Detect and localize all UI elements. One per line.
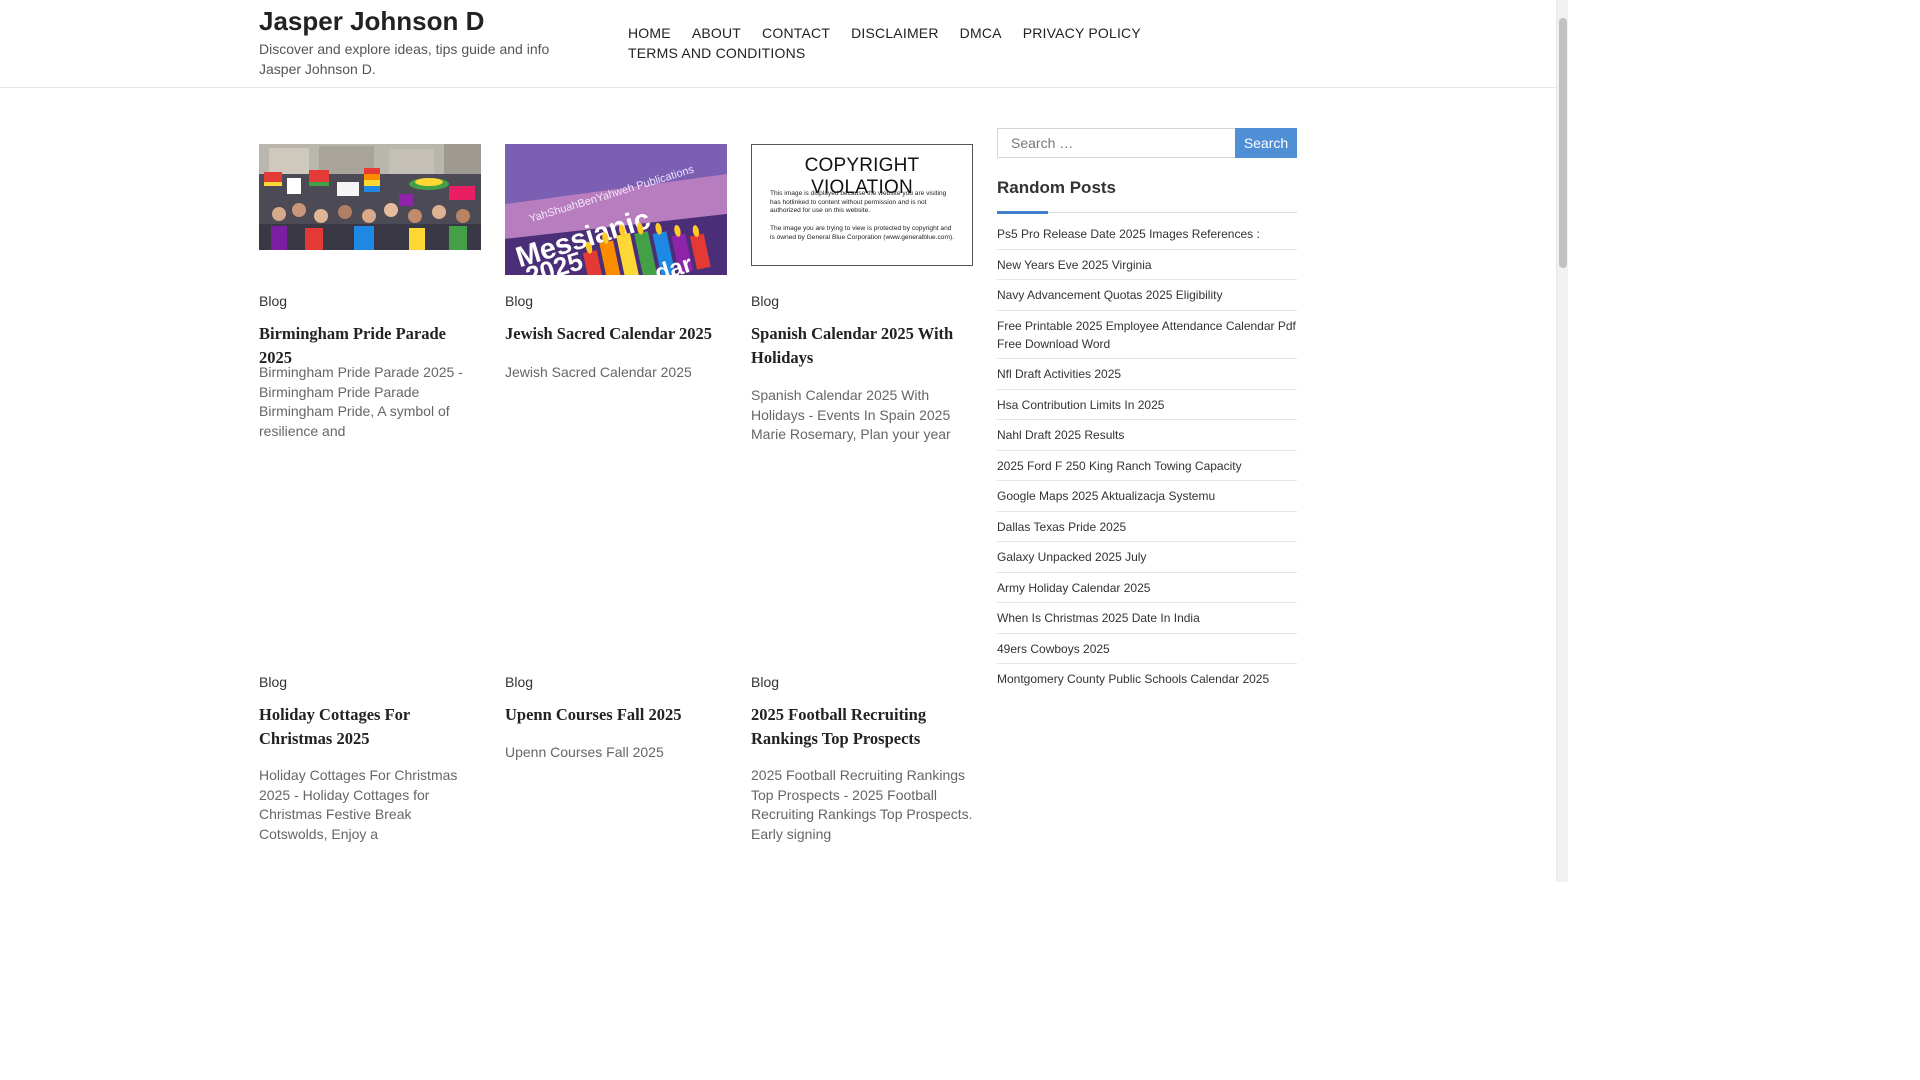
search-button[interactable]: Search (1235, 128, 1297, 158)
site-title[interactable]: Jasper Johnson D (259, 6, 484, 37)
post-category[interactable]: Blog (259, 674, 287, 690)
random-post-link[interactable]: Galaxy Unpacked 2025 July (997, 542, 1297, 573)
random-post-link[interactable]: Hsa Contribution Limits In 2025 (997, 390, 1297, 420)
copyright-line-2: The image you are trying to view is prot… (770, 225, 954, 241)
widget-title-accent (997, 211, 1048, 214)
nav-about[interactable]: ABOUT (692, 24, 741, 44)
site-header: Jasper Johnson D Discover and explore id… (0, 0, 1556, 88)
site-description: Discover and explore ideas, tips guide a… (259, 41, 550, 77)
random-posts-list: Ps5 Pro Release Date 2025 Images Referen… (997, 219, 1297, 694)
post-excerpt: Jewish Sacred Calendar 2025 (505, 364, 692, 380)
post-excerpt: Upenn Courses Fall 2025 (505, 744, 664, 760)
post-category[interactable]: Blog (505, 674, 533, 690)
random-post-link[interactable]: Dallas Texas Pride 2025 (997, 512, 1297, 542)
random-post-link[interactable]: Nfl Draft Activities 2025 (997, 359, 1297, 390)
post-category[interactable]: Blog (505, 293, 533, 309)
nav-contact[interactable]: CONTACT (762, 24, 830, 44)
page-scrollbar[interactable] (1556, 0, 1568, 882)
post-card: Blog Birmingham Pride Parade 2025 Birmin… (259, 144, 481, 439)
post-thumbnail-copyright-notice[interactable]: COPYRIGHT VIOLATION This image is displa… (751, 144, 973, 266)
post-excerpt: Holiday Cottages For Christmas 2025 - Ho… (259, 767, 458, 843)
post-title[interactable]: Spanish Calendar 2025 With Holidays (751, 322, 973, 370)
nav-terms-and-conditions[interactable]: TERMS AND CONDITIONS (628, 44, 805, 64)
random-post-link[interactable]: Nahl Draft 2025 Results (997, 420, 1297, 451)
post-category[interactable]: Blog (751, 293, 779, 309)
post-thumbnail-pride-parade[interactable] (259, 144, 481, 250)
random-post-link[interactable]: Navy Advancement Quotas 2025 Eligibility (997, 280, 1297, 311)
messianic-calendar-image: YahShuahBenYahweh Publications Messianic… (505, 144, 727, 275)
random-post-link[interactable]: Montgomery County Public Schools Calenda… (997, 664, 1297, 694)
post-card: COPYRIGHT VIOLATION This image is displa… (751, 144, 973, 442)
main-nav: HOME ABOUT CONTACT DISCLAIMER DMCA PRIVACY PO… (628, 24, 1168, 63)
random-post-link[interactable]: Ps5 Pro Release Date 2025 Images Referen… (997, 219, 1297, 250)
random-post-link[interactable]: Army Holiday Calendar 2025 (997, 573, 1297, 603)
random-post-link[interactable]: 49ers Cowboys 2025 (997, 634, 1297, 664)
post-title[interactable]: Upenn Courses Fall 2025 (505, 703, 727, 727)
random-post-link[interactable]: New Years Eve 2025 Virginia (997, 250, 1297, 280)
scrollbar-thumb[interactable] (1559, 18, 1567, 268)
post-title[interactable]: Holiday Cottages For Christmas 2025 (259, 703, 481, 751)
nav-dmca[interactable]: DMCA (960, 24, 1002, 44)
copyright-line-1: This image is displayed because the webs… (770, 190, 947, 215)
nav-home[interactable]: HOME (628, 24, 671, 44)
post-excerpt: Birmingham Pride Parade 2025 - Birmingha… (259, 364, 463, 440)
random-posts-title: Random Posts (997, 178, 1117, 197)
post-card: YahShuahBenYahweh Publications Messianic… (505, 144, 727, 380)
post-excerpt: Spanish Calendar 2025 With Holidays - Ev… (751, 387, 951, 443)
post-excerpt: 2025 Football Recruiting Rankings Top Pr… (751, 767, 973, 843)
random-post-link[interactable]: Google Maps 2025 Aktualizacja Systemu (997, 481, 1297, 512)
random-post-link[interactable]: When Is Christmas 2025 Date In India (997, 603, 1297, 634)
nav-disclaimer[interactable]: DISCLAIMER (851, 24, 939, 44)
post-category[interactable]: Blog (751, 674, 779, 690)
pride-parade-image (259, 144, 481, 250)
search-input[interactable] (997, 128, 1235, 158)
post-category[interactable]: Blog (259, 293, 287, 309)
random-post-link[interactable]: 2025 Ford F 250 King Ranch Towing Capaci… (997, 451, 1297, 481)
post-thumbnail-messianic-calendar[interactable]: YahShuahBenYahweh Publications Messianic… (505, 144, 727, 275)
nav-privacy-policy[interactable]: PRIVACY POLICY (1023, 24, 1141, 44)
post-title[interactable]: Jewish Sacred Calendar 2025 (505, 322, 727, 346)
post-title[interactable]: 2025 Football Recruiting Rankings Top Pr… (751, 703, 973, 751)
random-post-link[interactable]: Free Printable 2025 Employee Attendance … (997, 311, 1297, 359)
